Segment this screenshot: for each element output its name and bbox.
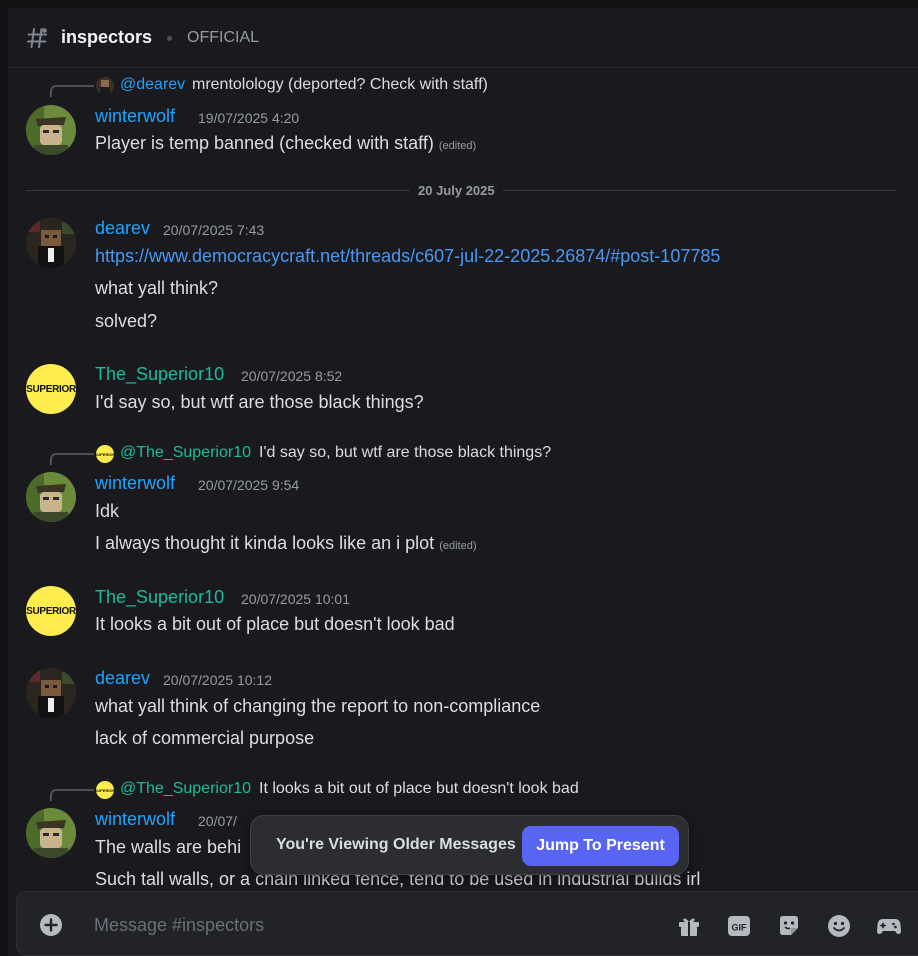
message-author[interactable]: dearev [95,668,150,689]
message-timestamp: 19/07/2025 4:20 [198,110,300,126]
message-author[interactable]: dearev [95,218,150,239]
message-timestamp: 20/07/2025 10:12 [163,672,272,688]
server-rail-edge [0,8,8,956]
date-divider-label: 20 July 2025 [410,183,503,198]
older-messages-bar: You're Viewing Older Messages Jump To Pr… [250,815,689,875]
svg-text:GIF: GIF [732,923,748,933]
avatar-winterwolf[interactable] [26,808,76,858]
message-composer: GIF [16,891,918,956]
window-top-strip [0,0,918,8]
reply-preview[interactable]: mrentolology (deported? Check with staff… [192,76,488,94]
jump-to-present-button[interactable]: Jump To Present [522,826,679,866]
avatar-dearev[interactable] [26,218,76,268]
message-text: I always thought it kinda looks like an … [95,533,477,553]
emoji-icon[interactable] [826,913,852,939]
message-input[interactable] [92,910,656,940]
reply-avatar-the-superior10: SUPERIOR [96,445,114,463]
hash-icon [25,26,49,50]
reply-mention[interactable]: @dearev [120,76,185,94]
channel-header: inspectors OFFICIAL [8,8,918,68]
reply-preview[interactable]: It looks a bit out of place but doesn't … [259,780,579,798]
message-list[interactable]: @dearev mrentolology (deported? Check wi… [8,68,918,890]
reply-mention[interactable]: @The_Superior10 [120,444,251,462]
message-text: lack of commercial purpose [95,728,315,748]
message-timestamp: 20/07/2025 8:52 [241,368,343,384]
avatar-dearev[interactable] [26,668,76,718]
reply-preview[interactable]: I'd say so, but wtf are those black thin… [259,444,551,462]
message-text: what yall think of changing the report t… [95,696,541,716]
edited-tag: (edited) [438,140,477,152]
channel-title: inspectors [61,27,153,47]
gift-icon[interactable] [676,913,702,939]
message-timestamp: 20/07/2025 9:54 [198,477,300,493]
message-text: It looks a bit out of place but doesn't … [95,614,455,634]
edited-tag: (edited) [439,540,477,552]
reply-avatar-the-superior10: SUPERIOR [96,781,114,799]
reply-avatar-dearev [96,77,114,95]
message-text: I'd say so, but wtf are those black thin… [95,392,424,412]
message-timestamp: 20/07/2025 7:43 [163,222,265,238]
channel-topic: OFFICIAL [187,29,260,46]
message-author[interactable]: winterwolf [95,106,175,127]
message-link[interactable]: https://www.democracycraft.net/threads/c… [95,246,720,267]
message-text: Player is temp banned (checked with staf… [95,133,477,153]
message-timestamp: 20/07/2025 10:01 [241,591,350,607]
message-author[interactable]: The_Superior10 [95,364,224,385]
message-author[interactable]: winterwolf [95,473,175,494]
avatar-the-superior10[interactable]: SUPERIOR [26,364,76,414]
message-text: what yall think? [95,278,219,298]
gif-icon[interactable]: GIF [726,913,752,939]
reply-mention[interactable]: @The_Superior10 [120,780,251,798]
reply-spine [50,789,94,801]
plus-icon[interactable] [39,913,63,937]
message-timestamp: 20/07/ [198,813,237,829]
header-separator-dot [167,36,172,41]
avatar-the-superior10[interactable]: SUPERIOR [26,586,76,636]
reply-spine [50,453,94,465]
message-text: The walls are behi [95,837,242,857]
message-text: solved? [95,311,158,331]
sticker-icon[interactable] [776,913,802,939]
message-text: Idk [95,501,120,521]
reply-spine [50,85,94,97]
message-author[interactable]: winterwolf [95,809,175,830]
message-author[interactable]: The_Superior10 [95,587,224,608]
older-messages-label: You're Viewing Older Messages [276,836,516,853]
activities-icon[interactable] [876,913,902,939]
avatar-winterwolf[interactable] [26,472,76,522]
avatar-winterwolf[interactable] [26,105,76,155]
